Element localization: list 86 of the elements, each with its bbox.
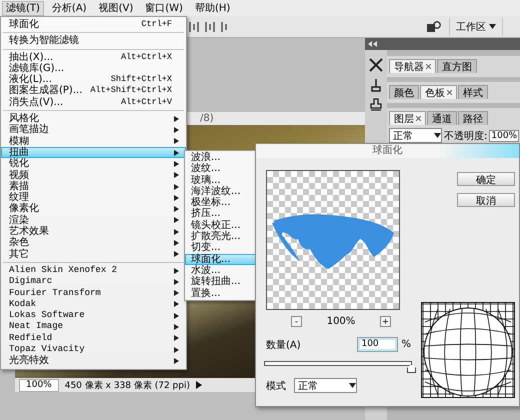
panel-tab[interactable]: 通道 [427, 111, 457, 125]
panel-tab[interactable]: 颜色 [389, 85, 419, 99]
menu-item[interactable]: 海洋波纹... [185, 186, 257, 198]
close-icon[interactable] [426, 64, 431, 69]
amount-label: 数量(A) [266, 338, 301, 352]
panel-tab[interactable]: 导航器 [389, 59, 436, 73]
amount-field[interactable]: 100 [357, 337, 398, 352]
menu-item[interactable]: 球面化 Ctrl+F [1, 19, 186, 30]
dropdown-caret-icon [489, 24, 496, 29]
menu-item[interactable]: Neat Image [1, 321, 186, 333]
menu-item[interactable]: 模糊 [1, 136, 186, 147]
align-icons[interactable] [188, 20, 228, 32]
workspace-icon[interactable] [427, 21, 442, 32]
menu-item[interactable]: 杂色 [1, 237, 186, 249]
menu-item[interactable]: 水波... [185, 264, 257, 276]
menu-bar-item[interactable]: 窗口(W) [141, 0, 187, 16]
menu-item[interactable]: 滤镜库(G)... [1, 62, 186, 74]
opacity-label: 不透明度: [444, 130, 488, 142]
menu-item[interactable]: 图案生成器(P)... Alt+Shift+Ctrl+X [1, 85, 186, 97]
menu-item[interactable]: 切变... [185, 242, 257, 254]
menu-item[interactable]: 镜头校正... [185, 220, 257, 232]
panel-tab[interactable]: 色板 [420, 85, 457, 99]
menu-item[interactable]: 消失点(V)... Alt+Ctrl+V [1, 96, 186, 108]
menu-bar-item[interactable]: 视图(V) [94, 0, 138, 16]
brush-icon[interactable] [370, 78, 382, 92]
menu-item[interactable]: 锐化 [1, 158, 186, 170]
menu-item[interactable]: 置换... [185, 288, 257, 299]
menu-item[interactable]: 玻璃... [185, 174, 257, 186]
panel-tab[interactable]: 直方图 [437, 59, 477, 73]
percent-unit: % [401, 339, 411, 350]
blend-mode-select[interactable]: 正常 [389, 128, 442, 143]
menu-item[interactable]: 球面化... [185, 254, 257, 265]
mode-select[interactable]: 正常 [294, 378, 357, 393]
menu-item[interactable]: 光亮特效 [1, 355, 186, 367]
menu-item[interactable]: 艺术效果 [1, 226, 186, 238]
menu-item[interactable]: 扭曲 [1, 146, 186, 158]
panel-tab[interactable]: 样式 [458, 85, 488, 99]
menu-item[interactable]: 极坐标... [185, 197, 257, 208]
dropdown-caret-icon [434, 133, 441, 138]
menu-item[interactable]: 扩散亮光... [185, 231, 257, 242]
menu-item[interactable]: Kodak [1, 298, 186, 310]
dropdown-caret-icon [349, 383, 356, 388]
menu-item[interactable]: 风格化 [1, 113, 186, 124]
menu-item[interactable]: 画笔描边 [1, 124, 186, 136]
zoom-out-button[interactable]: - [291, 316, 302, 327]
workspace-button[interactable]: 工作区 [449, 18, 504, 36]
menu-bar-item[interactable]: 分析(A) [48, 0, 91, 16]
menu-item[interactable]: Digimarc [1, 276, 186, 288]
panel-tab[interactable]: 路径 [458, 111, 488, 125]
dialog-title: 球面化 [256, 144, 519, 158]
menu-item[interactable]: 视频 [1, 170, 186, 181]
zoom-field[interactable]: 100% [19, 378, 59, 392]
menu-item[interactable]: 素描 [1, 180, 186, 192]
close-icon[interactable] [416, 116, 421, 121]
slider-thumb[interactable] [407, 364, 416, 373]
menu-item[interactable]: Alien Skin Xenofex 2 [1, 264, 186, 276]
menu-item[interactable]: Lokas Software [1, 310, 186, 322]
menu-bar-item[interactable]: 滤镜(T) [2, 0, 44, 16]
menu-item[interactable]: 像素化 [1, 203, 186, 215]
menu-item[interactable]: 波纹... [185, 163, 257, 175]
opacity-field[interactable]: 100% [489, 130, 520, 142]
menu-item[interactable]: 旋转扭曲... [185, 276, 257, 288]
document-info: 450 像素 x 338 像素 (72 ppi) [64, 380, 190, 392]
play-arrow-icon[interactable] [196, 381, 202, 389]
menu-item[interactable]: 转换为智能滤镜 [1, 35, 186, 47]
menu-item[interactable]: Fourier Transform [1, 288, 186, 299]
stamp-icon[interactable] [370, 98, 382, 112]
collapse-icon[interactable] [368, 41, 378, 47]
menu-item[interactable]: 纹理 [1, 192, 186, 204]
menu-item[interactable]: Redfield [1, 332, 186, 344]
close-icon[interactable] [447, 90, 452, 95]
zoom-level: 100% [326, 316, 356, 327]
zoom-in-button[interactable]: + [380, 316, 391, 327]
menu-item[interactable]: 渲染 [1, 214, 186, 226]
menu-item[interactable]: 挤压... [185, 208, 257, 220]
dialog-button[interactable]: 取消 [457, 193, 515, 207]
menu-item[interactable]: Topaz Vivacity [1, 344, 186, 356]
menu-bar-item[interactable]: 帮助(H) [190, 0, 234, 16]
menu-item[interactable]: 抽出(X)... Alt+Ctrl+X [1, 52, 186, 63]
panel-tab[interactable]: 图层 [389, 111, 426, 125]
menu-item[interactable]: 液化(L)... Shift+Ctrl+X [1, 74, 186, 86]
menu-item[interactable]: 波浪... [185, 152, 257, 164]
mode-label: 模式 [266, 380, 286, 392]
tools-icon[interactable] [369, 58, 383, 72]
dialog-button[interactable]: 确定 [457, 172, 515, 186]
menu-item[interactable]: 其它 [1, 248, 186, 260]
